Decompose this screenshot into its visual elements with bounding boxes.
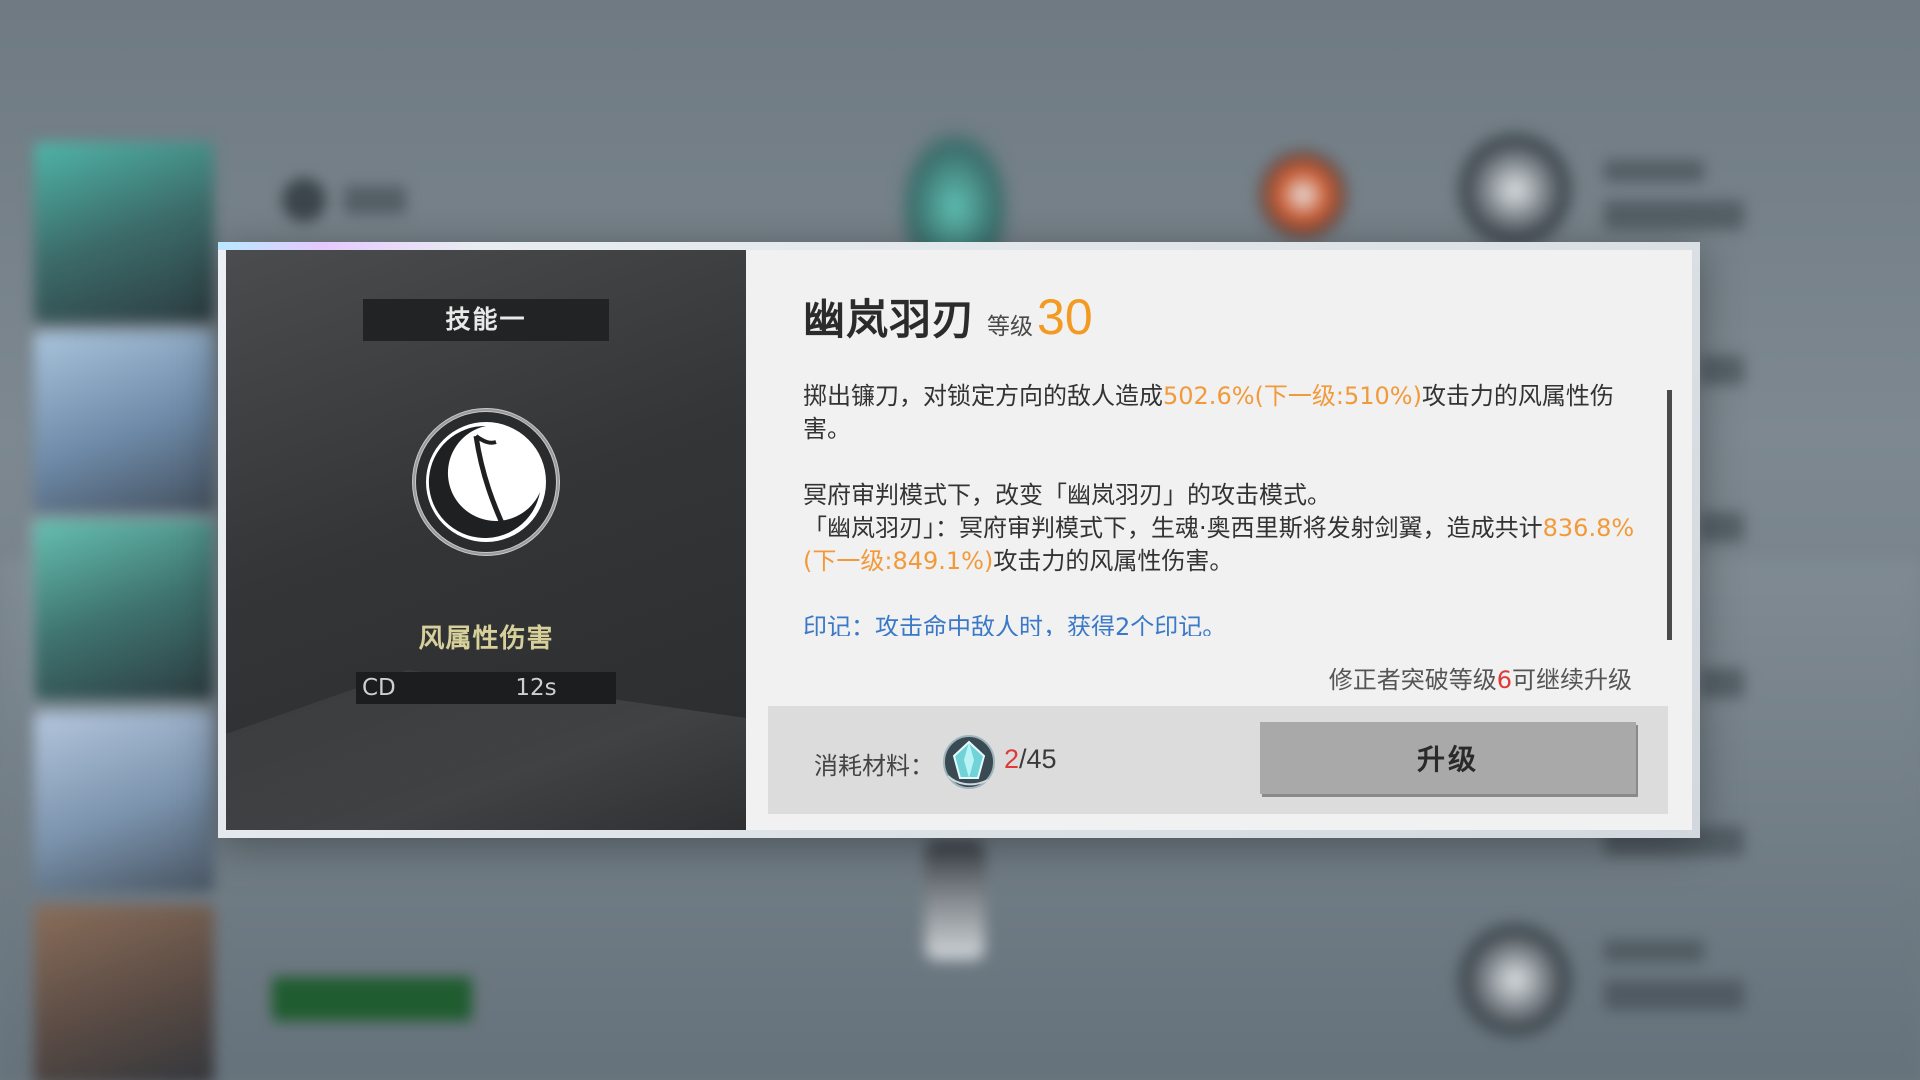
skill-card-panel: 技能一 风属性伤害 CD 12s	[226, 250, 746, 830]
background-character-portrait	[34, 520, 214, 700]
background-text	[344, 186, 406, 214]
required-breakthrough-level: 6	[1496, 666, 1512, 694]
upgrade-requirement-hint: 修正者突破等级6可继续升级	[1329, 660, 1632, 695]
background-text	[1700, 512, 1744, 542]
hint-text: 修正者突破等级	[1328, 666, 1497, 694]
background-character-portrait	[34, 142, 214, 322]
material-cost-label: 消耗材料：	[814, 752, 934, 780]
skill-upgrade-dialog: 技能一 风属性伤害 CD 12s 幽岚羽刃 等级 30 掷出镰刀，对锁定方向的敌…	[218, 242, 1700, 838]
dialog-content: 技能一 风属性伤害 CD 12s 幽岚羽刃 等级 30 掷出镰刀，对锁定方向的敌…	[226, 250, 1692, 830]
material-count: 2/45	[1004, 744, 1057, 775]
skill-name: 幽岚羽刃	[803, 295, 976, 344]
description-paragraph: 冥府审判模式下，改变「幽岚羽刃」的攻击模式。「幽岚羽刃」：冥府审判模式下，生魂·…	[803, 479, 1645, 578]
skill-slot-label: 技能一	[363, 299, 609, 341]
description-text: 「幽岚羽刃」：冥府审判模式下，生魂·奥西里斯将发射剑翼，造成共计	[803, 514, 1543, 542]
description-paragraph: 掷出镰刀，对锁定方向的敌人造成502.6%(下一级:510%)攻击力的风属性伤害…	[803, 380, 1645, 446]
cooldown-bar: CD 12s	[356, 672, 616, 704]
description-scrollbar[interactable]	[1667, 390, 1672, 640]
scrollbar-thumb[interactable]	[1667, 390, 1672, 640]
background-text	[1700, 668, 1744, 698]
background-text	[1604, 980, 1744, 1010]
damage-multiplier: 502.6%(下一级:510%)	[1163, 382, 1422, 410]
description-text: 冥府审判模式下，改变「幽岚羽刃」的攻击模式。	[803, 481, 1331, 509]
material-owned: 2	[1004, 744, 1020, 774]
cooldown-value: 12s	[515, 675, 557, 701]
background-icon	[1455, 130, 1575, 250]
game-screen: 技能一 风属性伤害 CD 12s 幽岚羽刃 等级 30 掷出镰刀，对锁定方向的敌…	[0, 0, 1920, 1080]
scythe-crescent-icon	[412, 408, 560, 556]
mark-note: 印记：攻击命中敌人时，获得2个印记。	[803, 613, 1227, 636]
upgrade-button[interactable]: 升级	[1260, 722, 1636, 794]
hint-text: 可继续升级	[1512, 666, 1632, 694]
level-label: 等级	[987, 314, 1034, 340]
skill-description-scroll[interactable]: 掷出镰刀，对锁定方向的敌人造成502.6%(下一级:510%) 攻击力的风属性伤害…	[803, 380, 1645, 636]
skill-title: 幽岚羽刃 等级 30	[803, 286, 1093, 347]
skill-level: 30	[1037, 289, 1093, 345]
skill-detail-panel: 幽岚羽刃 等级 30 掷出镰刀，对锁定方向的敌人造成502.6%(下一级:510…	[746, 250, 1692, 830]
background-icon	[1258, 150, 1348, 240]
crystal-material-icon[interactable]	[942, 732, 996, 790]
background-character-portrait	[34, 905, 214, 1080]
background-icon	[1455, 920, 1575, 1040]
material-cost-bar: 消耗材料： 2/45 升级	[768, 706, 1668, 814]
description-text: 攻击力的风属性伤害。	[993, 547, 1234, 575]
damage-type-label: 风属性伤害	[418, 624, 554, 654]
background-button	[272, 977, 472, 1021]
background-character	[900, 130, 1010, 260]
background-text	[1604, 940, 1704, 962]
description-text: 掷出镰刀，对锁定方向的敌人造成	[803, 382, 1163, 410]
background-text	[1604, 200, 1744, 230]
background-text	[1700, 355, 1744, 385]
background-character-portrait	[34, 712, 214, 892]
background-icon	[282, 178, 326, 222]
background-text	[1604, 160, 1704, 182]
background-character	[925, 840, 985, 960]
background-character-portrait	[34, 332, 214, 512]
material-required: /45	[1019, 744, 1057, 774]
